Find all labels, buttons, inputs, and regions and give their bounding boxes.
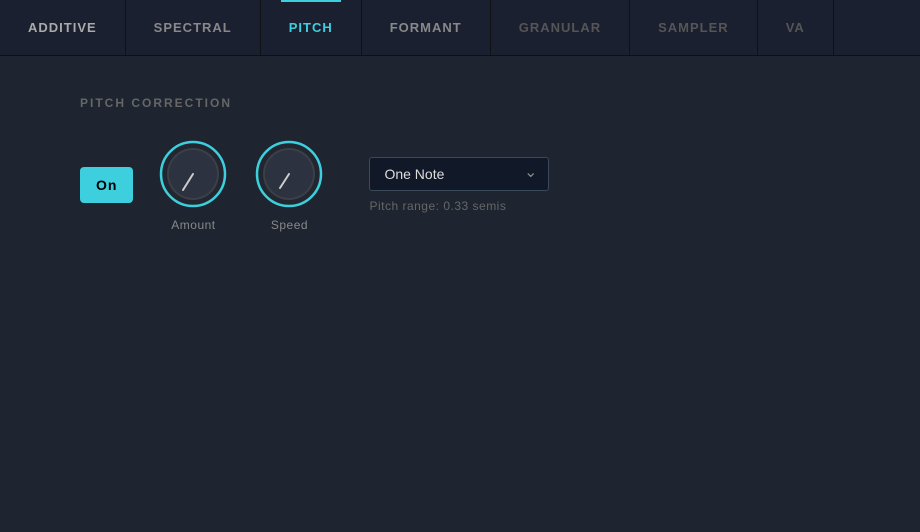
tab-va[interactable]: VA: [758, 0, 834, 55]
dropdown-area: One NoteScaleChromatic Pitch range: 0.33…: [369, 157, 549, 213]
dropdown-wrapper[interactable]: One NoteScaleChromatic: [369, 157, 549, 191]
amount-knob-label: Amount: [171, 218, 215, 232]
tab-pitch[interactable]: PITCH: [261, 0, 362, 55]
main-content: PITCH CORRECTION On Amount: [0, 56, 920, 532]
note-mode-select[interactable]: One NoteScaleChromatic: [369, 157, 549, 191]
speed-knob[interactable]: [253, 138, 325, 210]
speed-knob-label: Speed: [271, 218, 308, 232]
tab-additive[interactable]: ADDITIVE: [0, 0, 126, 55]
pitch-range-text: Pitch range: 0.33 semis: [369, 199, 549, 213]
amount-knob[interactable]: [157, 138, 229, 210]
amount-knob-container: Amount: [157, 138, 229, 232]
section-title: PITCH CORRECTION: [80, 96, 840, 110]
tab-spectral[interactable]: SPECTRAL: [126, 0, 261, 55]
tab-bar: ADDITIVESPECTRALPITCHFORMANTGRANULARSAMP…: [0, 0, 920, 56]
on-button[interactable]: On: [80, 167, 133, 203]
tab-sampler[interactable]: SAMPLER: [630, 0, 758, 55]
tab-granular[interactable]: GRANULAR: [491, 0, 630, 55]
speed-knob-container: Speed: [253, 138, 325, 232]
controls-row: On Amount: [80, 138, 840, 232]
tab-formant[interactable]: FORMANT: [362, 0, 491, 55]
